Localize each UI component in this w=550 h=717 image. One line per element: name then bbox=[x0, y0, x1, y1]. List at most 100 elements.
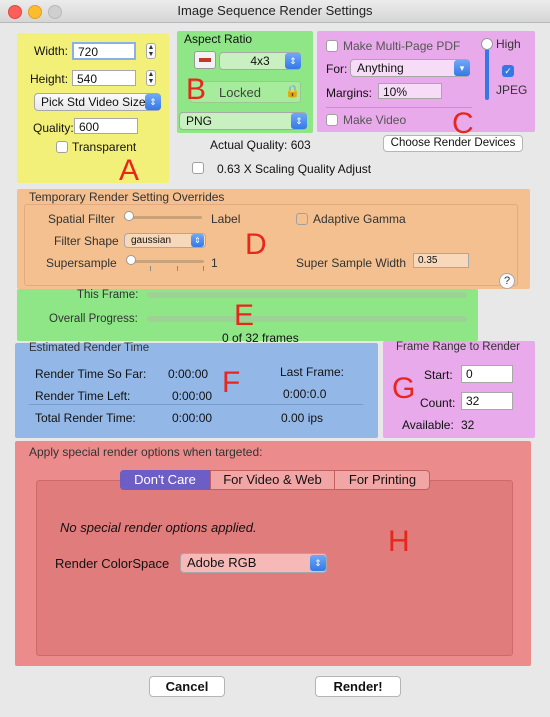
overall-progress-bar bbox=[147, 316, 467, 322]
this-frame-progress-bar bbox=[147, 292, 467, 298]
spatial-filter-slider[interactable] bbox=[124, 216, 202, 219]
section-h-letter: H bbox=[388, 525, 410, 558]
aspect-ratio-title: Aspect Ratio bbox=[184, 32, 253, 46]
spatial-filter-label: Spatial Filter bbox=[48, 212, 115, 226]
adaptive-gamma-label: Adaptive Gamma bbox=[313, 212, 406, 226]
last-frame-label: Last Frame: bbox=[280, 365, 345, 379]
slider-tick bbox=[203, 266, 204, 271]
jpeg-label: JPEG bbox=[496, 83, 528, 97]
quality-slider-track[interactable] bbox=[485, 44, 489, 100]
section-b-letter: B bbox=[186, 73, 207, 106]
format-value: PNG bbox=[186, 114, 213, 128]
make-video-checkbox[interactable] bbox=[326, 114, 338, 126]
width-field[interactable]: 720 bbox=[72, 42, 136, 60]
available-value: 32 bbox=[461, 418, 475, 432]
chevron-updown-icon: ⇕ bbox=[310, 555, 326, 571]
chevron-updown-icon: ⇕ bbox=[191, 234, 204, 247]
margins-field[interactable]: 10% bbox=[378, 83, 442, 99]
adaptive-gamma-checkbox[interactable] bbox=[296, 213, 308, 225]
divider bbox=[326, 107, 472, 108]
for-value: Anything bbox=[357, 61, 404, 75]
spatial-filter-value-label: Label bbox=[211, 212, 241, 226]
scaling-quality-label: 0.63 X Scaling Quality Adjust bbox=[217, 162, 372, 176]
supersample-label: Supersample bbox=[46, 256, 117, 270]
make-video-label: Make Video bbox=[343, 113, 407, 127]
overall-progress-label: Overall Progress: bbox=[49, 313, 138, 325]
aspect-remove-button[interactable] bbox=[194, 51, 216, 69]
count-label: Count: bbox=[420, 396, 456, 410]
tab-dont-care[interactable]: Don't Care bbox=[120, 470, 210, 490]
aspect-ratio-value: 4x3 bbox=[250, 54, 270, 68]
overrides-title: Temporary Render Setting Overrides bbox=[29, 190, 225, 204]
section-d-letter: D bbox=[245, 228, 267, 261]
locked-toggle[interactable]: Locked 🔒 bbox=[190, 81, 301, 103]
quality-slider-knob[interactable] bbox=[481, 38, 493, 50]
super-sample-width-field[interactable]: 0.35 bbox=[413, 253, 469, 268]
multipage-pdf-checkbox[interactable] bbox=[326, 40, 338, 52]
for-label: For: bbox=[326, 62, 348, 76]
actual-quality-text: Actual Quality: 603 bbox=[210, 138, 311, 152]
quality-label: Quality: bbox=[33, 121, 74, 135]
filter-shape-label: Filter Shape bbox=[54, 234, 119, 248]
colorspace-popup[interactable]: Adobe RGB bbox=[180, 553, 327, 573]
divider bbox=[29, 404, 363, 405]
filter-shape-value: gaussian bbox=[131, 235, 172, 246]
width-label: Width: bbox=[34, 44, 69, 58]
std-video-size-value: Pick Std Video Size bbox=[41, 95, 146, 109]
jpeg-checkbox[interactable]: ✓ bbox=[502, 65, 514, 77]
supersample-slider[interactable] bbox=[128, 260, 204, 263]
start-label: Start: bbox=[424, 368, 453, 382]
total-render-time-value: 0:00:00 bbox=[172, 411, 213, 425]
height-label: Height: bbox=[30, 72, 69, 86]
height-field[interactable]: 540 bbox=[72, 70, 136, 86]
help-button[interactable]: ? bbox=[499, 273, 515, 289]
supersample-value: 1 bbox=[211, 256, 218, 270]
cancel-button[interactable]: Cancel bbox=[149, 676, 225, 697]
chevron-updown-icon: ⇕ bbox=[145, 94, 161, 110]
multipage-pdf-label: Make Multi-Page PDF bbox=[343, 39, 461, 53]
for-popup[interactable]: Anything bbox=[350, 59, 470, 77]
count-field[interactable]: 32 bbox=[461, 392, 513, 410]
margins-label: Margins: bbox=[326, 86, 373, 100]
section-g-letter: G bbox=[392, 372, 416, 405]
render-time-so-far-value: 0:00:00 bbox=[168, 367, 209, 381]
section-f-letter: F bbox=[222, 366, 241, 399]
render-time-left-value: 0:00:00 bbox=[172, 389, 213, 403]
chevron-updown-icon: ⇕ bbox=[291, 113, 307, 129]
locked-label: Locked bbox=[219, 85, 261, 100]
frame-range-title: Frame Range to Render bbox=[396, 341, 521, 353]
section-a-letter: A bbox=[119, 154, 140, 187]
ips-value: 0.00 ips bbox=[281, 411, 324, 425]
spatial-filter-knob[interactable] bbox=[124, 211, 134, 221]
window-title: Image Sequence Render Settings bbox=[177, 3, 373, 18]
render-time-title: Estimated Render Time bbox=[29, 342, 150, 354]
total-render-time-label: Total Render Time: bbox=[35, 411, 136, 425]
chevron-updown-icon: ⇕ bbox=[285, 53, 301, 69]
no-options-message: No special render options applied. bbox=[60, 520, 257, 535]
super-sample-width-label: Super Sample Width bbox=[296, 256, 407, 270]
slider-tick bbox=[177, 266, 178, 271]
quality-field[interactable]: 600 bbox=[74, 118, 138, 134]
minus-icon bbox=[199, 58, 211, 62]
height-stepper[interactable]: ▲ ▼ bbox=[146, 70, 156, 86]
supersample-knob[interactable] bbox=[126, 255, 136, 265]
render-colorspace-label: Render ColorSpace bbox=[55, 556, 170, 571]
std-video-size-popup[interactable]: Pick Std Video Size bbox=[34, 93, 161, 111]
special-options-title: Apply special render options when target… bbox=[29, 445, 263, 459]
tab-video-web[interactable]: For Video & Web bbox=[210, 470, 334, 490]
width-stepper[interactable]: ▲ ▼ bbox=[146, 43, 156, 59]
format-popup[interactable]: PNG bbox=[179, 112, 307, 130]
tab-printing[interactable]: For Printing bbox=[334, 470, 430, 490]
available-label: Available: bbox=[402, 418, 454, 432]
start-field[interactable]: 0 bbox=[461, 365, 513, 383]
high-label: High bbox=[496, 37, 521, 51]
scaling-quality-checkbox[interactable] bbox=[192, 162, 204, 174]
slider-tick bbox=[150, 266, 151, 271]
transparent-label: Transparent bbox=[72, 140, 137, 154]
colorspace-value: Adobe RGB bbox=[187, 555, 257, 570]
last-frame-value: 0:00:0.0 bbox=[283, 387, 327, 401]
transparent-checkbox[interactable] bbox=[56, 141, 68, 153]
choose-render-devices-button[interactable]: Choose Render Devices bbox=[383, 135, 523, 152]
chevron-down-icon: ▾ bbox=[454, 60, 470, 76]
render-button[interactable]: Render! bbox=[315, 676, 401, 697]
